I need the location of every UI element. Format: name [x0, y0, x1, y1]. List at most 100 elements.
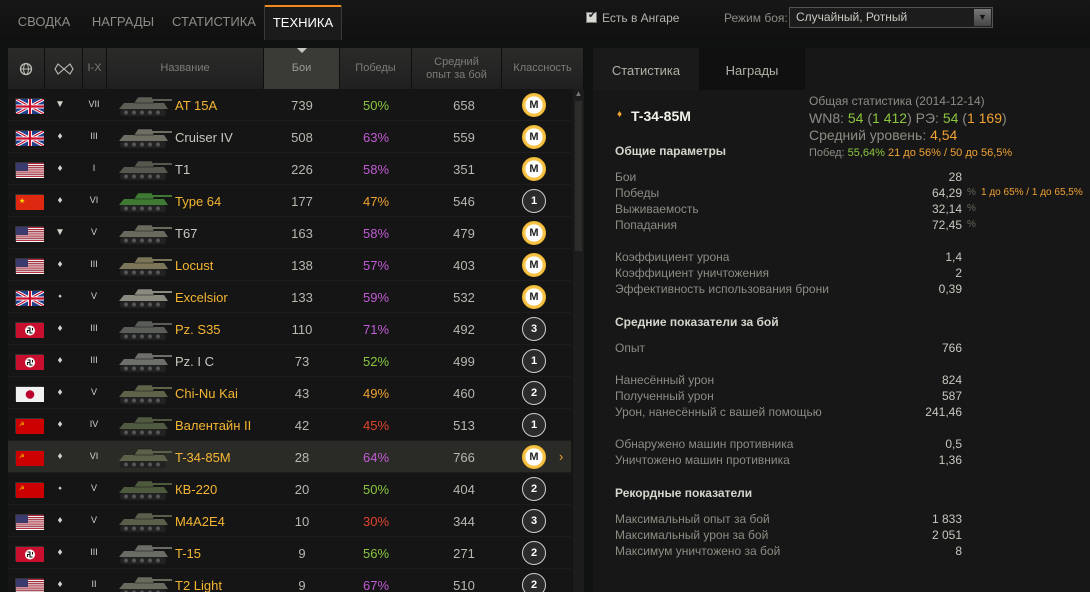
records-title: Рекордные показатели — [615, 486, 753, 500]
vehicle-wins: 49% — [362, 386, 390, 401]
table-row[interactable]: ♦ III Pz. I C 73 52% 499 1 — [8, 345, 571, 377]
tank-icon — [116, 350, 174, 374]
col-battles[interactable]: Бои — [264, 48, 340, 89]
avg-enemy-label: Уничтожено машин противника — [615, 453, 790, 467]
vehicle-battles: 163 — [291, 226, 313, 241]
in-hangar-checkbox[interactable] — [586, 10, 597, 23]
re-extra: 1 169 — [966, 110, 1003, 126]
nation-flag-icon — [15, 97, 45, 116]
table-row[interactable]: ☭ ♦ IV Валентайн II 42 45% 513 1 — [8, 409, 571, 441]
vehicle-type-icon: ♦ — [617, 109, 623, 120]
tank-icon — [116, 574, 174, 592]
table-row[interactable]: ★ ♦ VI Type 64 177 47% 546 1 — [8, 185, 571, 217]
col-mastery[interactable]: Классность — [502, 48, 584, 89]
general-stat-label: Попадания — [615, 218, 677, 232]
table-row[interactable]: ♦ III Cruiser IV 508 63% 559 M — [8, 121, 571, 153]
table-row[interactable]: ☭ ♦ VI T-34-85M 28 64% 766 M › — [8, 441, 571, 473]
nation-flag-icon: ☭ — [15, 450, 44, 466]
vehicle-avg-xp: 532 — [453, 290, 475, 305]
vehicle-battles: 133 — [291, 290, 313, 305]
table-row[interactable]: ♦ III Locust 138 57% 403 M — [8, 249, 571, 281]
mastery-badge-icon: 1 — [522, 349, 546, 373]
vehicle-tier: V — [90, 483, 97, 493]
vehicle-name: AT 15A — [175, 98, 218, 113]
tab-statistics[interactable]: СТАТИСТИКА — [168, 5, 260, 38]
tank-icon — [116, 542, 174, 566]
vehicle-battles: 42 — [294, 418, 310, 433]
wn8-label: WN8: — [809, 110, 844, 126]
col-nation[interactable] — [8, 48, 45, 89]
vehicle-avg-xp: 766 — [453, 450, 475, 465]
tank-icon — [116, 414, 174, 438]
nation-flag-icon: ★ — [15, 194, 44, 210]
tab-panel-statistics[interactable]: Статистика — [593, 48, 699, 90]
table-scrollbar[interactable]: ▲ — [573, 89, 584, 592]
vehicle-battles: 73 — [294, 354, 310, 369]
nation-flag-icon — [15, 162, 44, 178]
vehicle-tier: III — [90, 131, 98, 141]
table-row[interactable]: ♦ V Chi-Nu Kai 43 49% 460 2 — [8, 377, 571, 409]
col-name[interactable]: Название — [107, 48, 264, 89]
top-tab-bar: СВОДКА НАГРАДЫ СТАТИСТИКА ТЕХНИКА Есть в… — [0, 0, 1090, 40]
col-wins[interactable]: Победы — [340, 48, 412, 89]
tank-icon — [116, 126, 174, 150]
vehicle-battles: 28 — [294, 450, 310, 465]
mastery-badge-icon: 1 — [522, 413, 546, 437]
vehicle-type-icon: ♦ — [57, 195, 63, 206]
wn8-line: WN8: 54 (1 412) РЭ: 54 (1 169) — [809, 110, 1007, 126]
avg-damage-value: 824 — [941, 373, 962, 387]
avg-level-label: Средний уровень: — [809, 127, 927, 143]
chevron-down-icon[interactable]: ▼ — [974, 9, 991, 26]
vehicle-tier: V — [90, 291, 97, 301]
vehicle-wins: 58% — [362, 162, 390, 177]
table-row[interactable]: ♦ II T2 Light 9 67% 510 2 — [8, 569, 571, 592]
vehicle-wins: 56% — [362, 546, 390, 561]
vehicle-name: Excelsior — [175, 290, 228, 305]
vehicle-type-icon: ♦ — [57, 419, 63, 430]
general-stat-value: 64,29 — [931, 186, 962, 200]
battle-mode-select[interactable]: Случайный, Ротный ▼ — [789, 7, 993, 28]
col-tier[interactable]: I-X — [83, 48, 107, 89]
general-stat-label: Выживаемость — [615, 202, 699, 216]
avg-level-line: Средний уровень: 4,54 — [809, 127, 957, 143]
table-row[interactable]: ⬩ V Excelsior 133 59% 532 M — [8, 281, 571, 313]
tab-vehicles[interactable]: ТЕХНИКА — [264, 5, 342, 40]
mastery-badge-icon: 2 — [522, 573, 546, 592]
nation-flag-icon: ☭ — [15, 418, 44, 434]
table-row[interactable]: ♦ V M4A2E4 10 30% 344 3 — [8, 505, 571, 537]
vehicle-wins: 50% — [362, 98, 390, 113]
tab-awards[interactable]: НАГРАДЫ — [84, 5, 162, 38]
vehicle-wins: 45% — [362, 418, 390, 433]
table-row[interactable]: ♦ III Pz. S35 110 71% 492 3 — [8, 313, 571, 345]
vehicle-name: M4A2E4 — [175, 514, 225, 529]
percent-sign: % — [967, 187, 976, 198]
percent-sign: % — [967, 203, 976, 214]
general-stat-label: Бои — [615, 170, 637, 184]
tank-icon — [116, 158, 174, 182]
table-row[interactable]: ♦ I T1 226 58% 351 M — [8, 153, 571, 185]
vehicle-name: T1 — [175, 162, 191, 177]
record-label: Максимум уничтожено за бой — [615, 544, 781, 558]
tank-icon — [116, 478, 174, 502]
tab-panel-awards[interactable]: Награды — [699, 48, 805, 90]
tank-icon — [116, 382, 174, 406]
table-row[interactable]: ▼ VII AT 15A 739 50% 658 M — [8, 89, 571, 121]
vehicle-type-icon: ♦ — [57, 547, 63, 558]
table-row[interactable]: ☭ ⬩ V КВ-220 20 50% 404 2 — [8, 473, 571, 505]
scroll-thumb[interactable] — [575, 101, 582, 251]
general-stat-value: 32,14 — [931, 202, 962, 216]
vehicle-type-icon: ♦ — [57, 323, 63, 334]
vehicle-type-icon — [53, 62, 74, 75]
scroll-up-icon[interactable]: ▲ — [573, 89, 584, 100]
tab-summary[interactable]: СВОДКА — [8, 5, 80, 38]
vehicle-type-icon: ⬩ — [58, 291, 62, 302]
vehicle-tier: IV — [89, 419, 99, 429]
vehicle-wins: 67% — [362, 578, 390, 592]
coefficient-value: 2 — [955, 266, 962, 280]
vehicle-type-icon: ♦ — [57, 451, 63, 462]
col-avg-xp[interactable]: Средний опыт за бой — [412, 48, 502, 89]
record-value: 2 051 — [931, 528, 962, 542]
table-row[interactable]: ♦ III T-15 9 56% 271 2 — [8, 537, 571, 569]
table-row[interactable]: ▼ V T67 163 58% 479 M — [8, 217, 571, 249]
col-type[interactable] — [45, 48, 83, 89]
